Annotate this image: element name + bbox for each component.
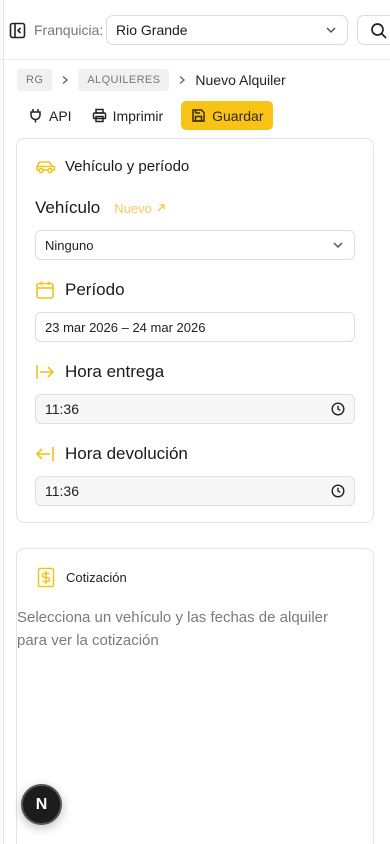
breadcrumb-current: Nuevo Alquiler (195, 72, 286, 88)
vehicle-field-title: Vehículo Nuevo (35, 198, 166, 218)
breadcrumb-root[interactable]: RG (17, 69, 53, 91)
delivery-label: Hora entrega (65, 362, 165, 381)
vehicle-card-title: Vehículo y período (65, 158, 190, 175)
delivery-time-input[interactable]: 11:36 (35, 394, 355, 424)
period-input[interactable]: 23 mar 2026 – 24 mar 2026 (35, 312, 355, 342)
franchise-label: Franquicia: (34, 22, 104, 38)
printer-icon (92, 108, 106, 123)
quote-card: Cotización Selecciona un vehículo y las … (16, 548, 374, 844)
arrow-right-to-line-icon (36, 365, 55, 379)
api-button[interactable]: API (18, 101, 82, 130)
save-label: Guardar (212, 107, 264, 124)
arrow-left-to-line-icon (35, 447, 54, 461)
search-icon (371, 23, 387, 39)
arrow-up-right-icon (157, 204, 165, 212)
app-root: Franquicia: Rio Grande RG ALQUILERES Nue… (0, 0, 390, 844)
vehicle-select-value: Ninguno (45, 237, 94, 253)
breadcrumb-section[interactable]: ALQUILERES (78, 69, 170, 91)
new-vehicle-link-label: Nuevo (114, 200, 152, 216)
dev-tools-button-label: N (35, 795, 48, 813)
return-field-title: Hora devolución (35, 444, 188, 464)
panel-left-icon[interactable] (9, 22, 26, 39)
return-time-value: 11:36 (45, 483, 79, 499)
delivery-time-value: 11:36 (45, 401, 79, 417)
chevron-right-icon (52, 75, 78, 85)
dollar-receipt-icon (37, 567, 55, 588)
period-input-value: 23 mar 2026 – 24 mar 2026 (45, 319, 206, 335)
vehicle-period-card: Vehículo y período Vehículo Nuevo Ningun… (16, 138, 374, 523)
action-bar: API Imprimir Guardar (18, 101, 274, 130)
vehicle-card-header: Vehículo y período (35, 158, 189, 175)
new-vehicle-link[interactable]: Nuevo (114, 201, 166, 216)
vehicle-label: Vehículo (35, 198, 101, 217)
save-icon (192, 109, 205, 122)
return-time-input[interactable]: 11:36 (35, 476, 355, 506)
period-label: Período (65, 280, 125, 299)
quote-card-title: Cotización (66, 570, 127, 585)
top-bar: Franquicia: Rio Grande (0, 0, 390, 60)
plug-icon (30, 109, 41, 123)
api-label: API (49, 107, 72, 124)
period-field-title: Período (35, 280, 125, 300)
print-button[interactable]: Imprimir (82, 101, 174, 130)
chevron-right-icon (169, 75, 195, 85)
franchise-value: Rio Grande (116, 22, 188, 38)
car-icon (36, 160, 56, 173)
chevron-down-icon (326, 27, 336, 34)
breadcrumb: RG ALQUILERES Nuevo Alquiler (17, 69, 286, 91)
vehicle-select[interactable]: Ninguno (35, 230, 355, 260)
quote-card-header: Cotización (37, 567, 127, 588)
save-button[interactable]: Guardar (181, 101, 274, 130)
delivery-field-title: Hora entrega (35, 362, 164, 382)
franchise-select[interactable]: Rio Grande (106, 15, 348, 45)
chevron-down-icon (333, 242, 343, 249)
return-label: Hora devolución (65, 444, 188, 463)
clock-icon[interactable] (331, 484, 345, 498)
left-rail (0, 0, 4, 844)
calendar-icon (36, 281, 54, 299)
clock-icon[interactable] (331, 402, 345, 416)
quote-empty-message: Selecciona un vehículo y las fechas de a… (17, 609, 329, 649)
print-label: Imprimir (112, 107, 164, 124)
dev-tools-button[interactable]: N (21, 784, 62, 825)
search-button[interactable] (357, 15, 390, 45)
